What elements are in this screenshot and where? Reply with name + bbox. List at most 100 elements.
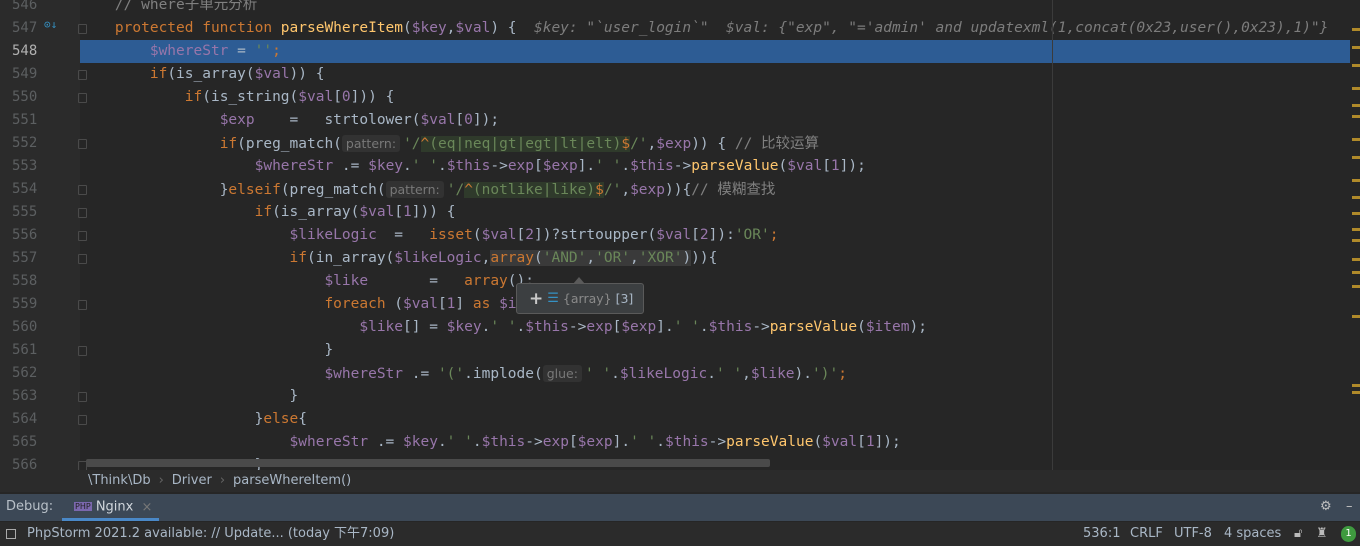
code-line[interactable]: if(is_array($val[1])) { — [80, 201, 1350, 224]
line-number[interactable]: 556 — [0, 224, 64, 247]
scroll-marker[interactable] — [1352, 27, 1360, 31]
code-token: 'OR' — [734, 227, 770, 243]
line-number[interactable]: 558 — [0, 270, 64, 293]
code-token: parseValue — [769, 319, 858, 335]
scroll-marker[interactable] — [1352, 285, 1360, 289]
code-line[interactable]: // where子单元分析 — [80, 0, 1350, 17]
scroll-marker[interactable] — [1352, 46, 1360, 49]
line-number[interactable]: 559 — [0, 293, 64, 316]
scroll-marker[interactable] — [1352, 257, 1360, 261]
scroll-marker[interactable] — [1352, 156, 1360, 160]
scroll-marker[interactable] — [1352, 138, 1360, 141]
code-line[interactable]: if(is_string($val[0])) { — [80, 86, 1350, 109]
code-line[interactable]: protected function parseWhereItem($key,$… — [80, 17, 1350, 40]
code-line[interactable]: if(preg_match(pattern: '/^(eq|neq|gt|egt|… — [80, 132, 1350, 155]
scroll-marker[interactable] — [1352, 103, 1360, 107]
breadcrumb-method[interactable]: parseWhereItem() — [233, 473, 351, 488]
scroll-marker[interactable] — [1352, 239, 1360, 243]
code-token: parseValue — [726, 434, 814, 450]
gear-icon[interactable]: ⚙ — [1320, 494, 1332, 520]
scroll-marker[interactable] — [1352, 64, 1360, 68]
code-line[interactable]: } — [80, 385, 1350, 408]
code-token: ]. — [577, 158, 596, 174]
scroll-marker[interactable] — [1352, 115, 1360, 118]
line-number[interactable]: 562 — [0, 362, 64, 385]
window-icon[interactable] — [6, 529, 16, 539]
notification-badge[interactable]: 1 — [1341, 526, 1356, 542]
indent-setting[interactable]: 4 spaces — [1224, 522, 1281, 546]
list-icon: ☰ — [547, 291, 559, 306]
code-line[interactable]: $like = array(); — [80, 270, 1350, 293]
scroll-marker[interactable] — [1352, 315, 1360, 319]
line-number[interactable]: 554 — [0, 178, 64, 201]
code-line[interactable]: } — [80, 339, 1350, 362]
execution-point-icon[interactable]: ⊙↓ — [44, 18, 57, 31]
line-number-gutter[interactable]: 546 547 548 549 550 551 552 553 554 555 556 557 558 5… — [0, 0, 87, 470]
line-number[interactable]: 564 — [0, 408, 64, 431]
lock-icon[interactable]: 🔓︎ — [1294, 522, 1302, 546]
breadcrumb-namespace[interactable]: \Think\Db — [88, 473, 151, 488]
line-number[interactable]: 565 — [0, 431, 64, 454]
line-number[interactable]: 563 — [0, 385, 64, 408]
code-line[interactable]: $whereStr .= $key.' '.$this->exp[$exp].'… — [80, 155, 1350, 178]
code-line[interactable]: $like[] = $key.' '.$this->exp[$exp].' '.… — [80, 316, 1350, 339]
code-line[interactable]: }elseif(preg_match(pattern: '/^(notlike|l… — [80, 178, 1350, 201]
code-token: 1 — [830, 158, 840, 174]
line-number[interactable]: 557 — [0, 247, 64, 270]
cursor-position[interactable]: 536:1 — [1083, 522, 1120, 546]
expand-plus-icon[interactable]: + — [529, 289, 543, 309]
line-number[interactable]: 551 — [0, 109, 64, 132]
line-number[interactable]: 560 — [0, 316, 64, 339]
line-number[interactable]: 548 — [0, 40, 64, 63]
code-line[interactable]: $likeLogic = isset($val[2])?strtoupper($… — [80, 224, 1350, 247]
code-editor[interactable]: 546 547 548 549 550 551 552 553 554 555 556 557 558 5… — [0, 0, 1360, 470]
scroll-marker[interactable] — [1352, 87, 1360, 91]
line-number[interactable]: 550 — [0, 86, 64, 109]
code-token: $val — [298, 89, 334, 105]
code-token: [ — [857, 434, 866, 450]
scroll-marker[interactable] — [1352, 271, 1360, 275]
code-token: $key — [446, 319, 482, 335]
code-token: )) { — [289, 66, 325, 82]
horizontal-scrollbar[interactable] — [86, 459, 770, 467]
minimize-icon[interactable]: – — [1346, 494, 1353, 520]
code-line[interactable]: $whereStr = ''; — [80, 40, 1350, 63]
code-line[interactable]: $whereStr .= $key.' '.$this->exp[$exp].'… — [80, 431, 1350, 454]
code-token: . — [516, 319, 526, 335]
scroll-marker[interactable] — [1352, 211, 1360, 215]
close-icon[interactable]: × — [141, 500, 152, 515]
vertical-scrollbar-markers[interactable] — [1350, 0, 1360, 470]
code-line[interactable]: if(in_array($likeLogic,array('AND','OR',… — [80, 247, 1350, 270]
scroll-marker[interactable] — [1352, 391, 1360, 394]
scroll-marker[interactable] — [1352, 384, 1360, 388]
code-token: [ — [534, 158, 543, 174]
line-number[interactable]: 566 — [0, 454, 64, 470]
code-token: $whereStr — [289, 434, 369, 450]
line-number[interactable]: 553 — [0, 155, 64, 178]
line-number[interactable]: 549 — [0, 63, 64, 86]
code-line[interactable]: }else{ — [80, 408, 1350, 431]
breadcrumb-class[interactable]: Driver — [172, 473, 212, 488]
tab-nginx[interactable]: PHP Nginx × — [62, 494, 159, 521]
scroll-marker[interactable] — [1352, 227, 1360, 231]
code-line[interactable]: $exp = strtolower($val[0]); — [80, 109, 1350, 132]
line-number[interactable]: 561 — [0, 339, 64, 362]
line-number[interactable]: 552 — [0, 132, 64, 155]
status-message[interactable]: PhpStorm 2021.2 available: // Update... … — [27, 522, 394, 546]
scroll-marker[interactable] — [1352, 195, 1360, 199]
line-number[interactable]: 555 — [0, 201, 64, 224]
code-token: 2 — [525, 227, 534, 243]
code-line[interactable]: $whereStr .= '('.implode(glue: ' '.$likeL… — [80, 362, 1350, 385]
line-separator[interactable]: CRLF — [1130, 522, 1163, 546]
inspector-icon[interactable]: ♜ — [1316, 522, 1328, 546]
debug-value-tooltip[interactable]: + ☰ {array} [3] — [516, 277, 644, 314]
line-number[interactable]: 546 — [0, 0, 64, 17]
scroll-marker[interactable] — [1352, 179, 1360, 183]
code-line[interactable]: if(is_array($val)) { — [80, 63, 1350, 86]
code-line[interactable]: foreach ($val[1] as $item) { — [80, 293, 1350, 316]
code-token: $likeLogic — [289, 227, 377, 243]
file-encoding[interactable]: UTF-8 — [1174, 522, 1212, 546]
